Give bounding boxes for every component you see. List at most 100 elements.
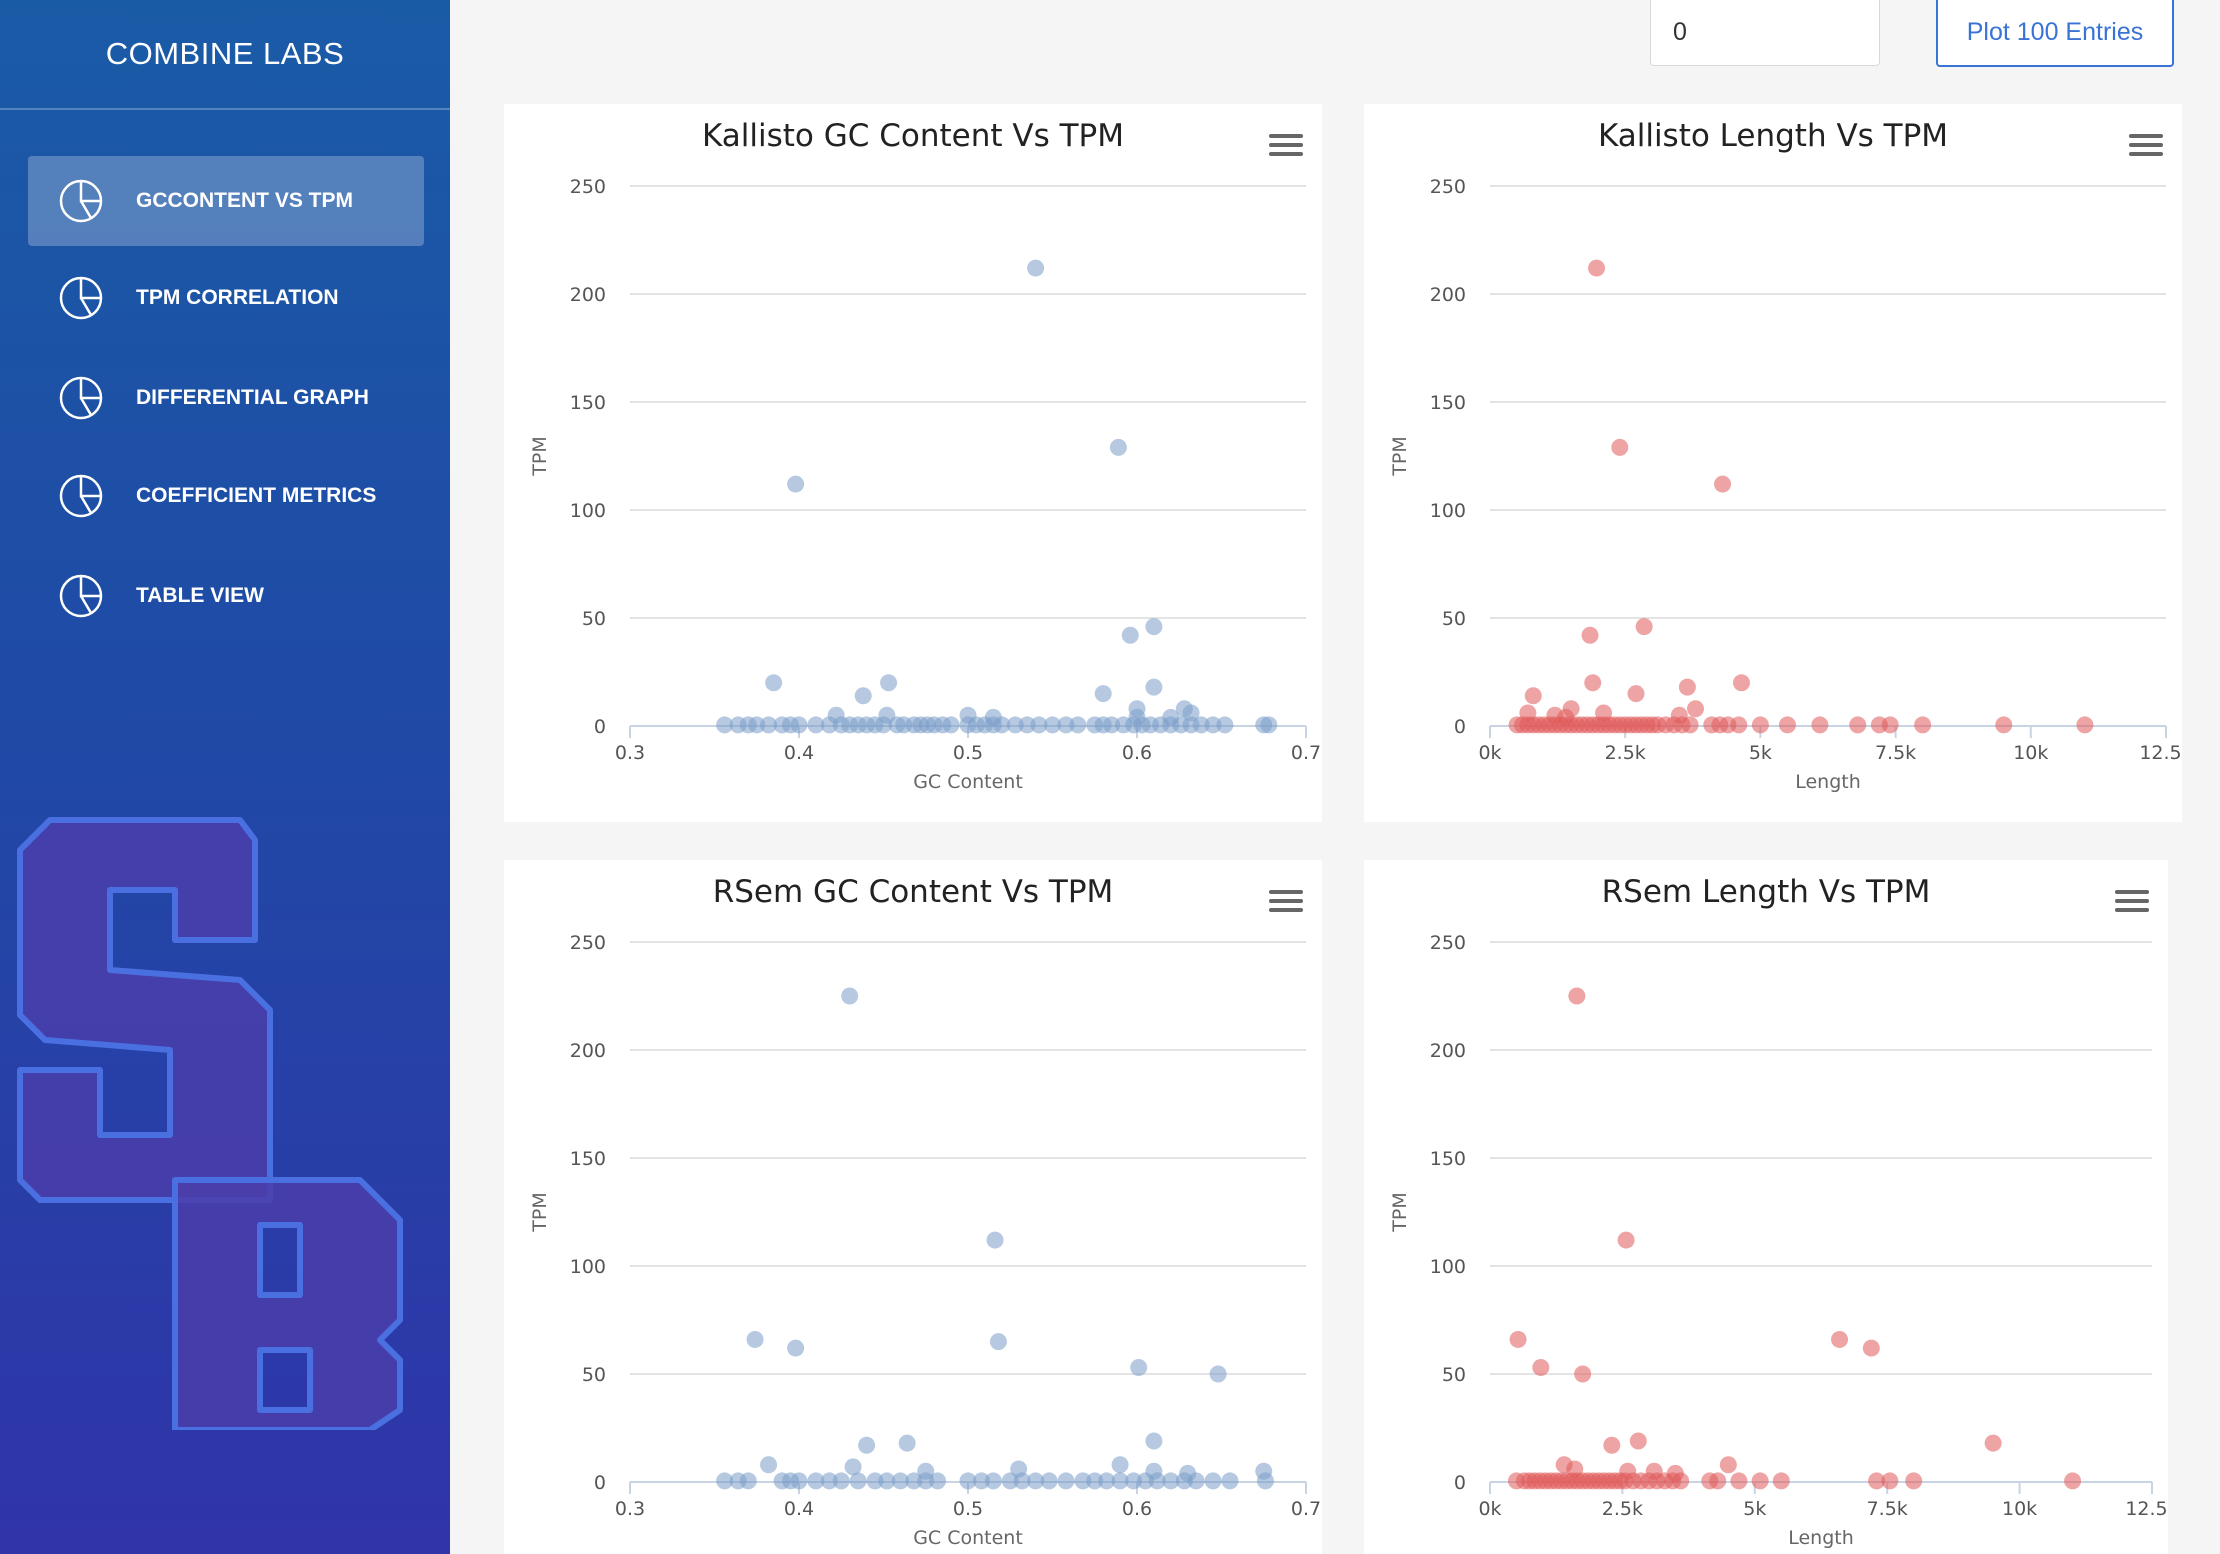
data-point[interactable] xyxy=(1260,716,1278,734)
data-point[interactable] xyxy=(739,1472,757,1490)
x-tick-label: 0.4 xyxy=(784,742,814,764)
data-point[interactable] xyxy=(787,1339,805,1357)
data-point[interactable] xyxy=(1121,626,1139,644)
plot-entries-button[interactable]: Plot 100 Entries xyxy=(1936,0,2174,67)
data-point[interactable] xyxy=(1204,1472,1222,1490)
y-tick-label: 150 xyxy=(1430,392,1466,414)
x-axis-title: Length xyxy=(1795,771,1861,793)
data-point[interactable] xyxy=(1730,716,1748,734)
data-point[interactable] xyxy=(1027,259,1045,277)
data-point[interactable] xyxy=(1862,1339,1880,1357)
data-point[interactable] xyxy=(1040,1472,1058,1490)
data-point[interactable] xyxy=(1130,1359,1148,1377)
data-point[interactable] xyxy=(849,1472,867,1490)
data-point[interactable] xyxy=(1881,716,1899,734)
data-point[interactable] xyxy=(760,1456,778,1474)
data-point[interactable] xyxy=(1145,1432,1163,1450)
data-point[interactable] xyxy=(1914,716,1932,734)
data-point[interactable] xyxy=(765,674,783,692)
data-point[interactable] xyxy=(858,1436,876,1454)
data-point[interactable] xyxy=(1905,1472,1923,1490)
y-tick-label: 250 xyxy=(570,932,606,954)
data-point[interactable] xyxy=(1574,1365,1592,1383)
data-point[interactable] xyxy=(1187,1472,1205,1490)
data-point[interactable] xyxy=(841,987,859,1005)
data-point[interactable] xyxy=(1221,1472,1239,1490)
data-point[interactable] xyxy=(880,674,898,692)
menu-icon[interactable] xyxy=(1269,134,1303,160)
data-point[interactable] xyxy=(1629,1432,1647,1450)
x-tick-label: 10k xyxy=(2002,1498,2037,1520)
data-point[interactable] xyxy=(1581,626,1599,644)
menu-icon[interactable] xyxy=(1269,890,1303,916)
data-point[interactable] xyxy=(1509,1330,1527,1348)
y-axis-title: TPM xyxy=(1389,436,1411,476)
data-point[interactable] xyxy=(898,1434,916,1452)
y-tick-label: 0 xyxy=(594,716,606,738)
data-point[interactable] xyxy=(989,1333,1007,1351)
data-point[interactable] xyxy=(1984,1434,2002,1452)
data-point[interactable] xyxy=(984,1472,1002,1490)
data-point[interactable] xyxy=(1719,1456,1737,1474)
data-point[interactable] xyxy=(1584,674,1602,692)
data-point[interactable] xyxy=(929,1472,947,1490)
data-point[interactable] xyxy=(1995,716,2013,734)
data-point[interactable] xyxy=(942,716,960,734)
data-point[interactable] xyxy=(1588,259,1606,277)
data-point[interactable] xyxy=(1681,716,1699,734)
data-point[interactable] xyxy=(1057,1472,1075,1490)
data-point[interactable] xyxy=(790,1472,808,1490)
data-point[interactable] xyxy=(1672,1472,1690,1490)
sidebar-item-coefficient-metrics[interactable]: COEFFICIENT METRICS xyxy=(28,451,424,541)
data-point[interactable] xyxy=(1617,1231,1635,1249)
data-point[interactable] xyxy=(986,1231,1004,1249)
sidebar-item-table-view[interactable]: TABLE VIEW xyxy=(28,551,424,641)
data-point[interactable] xyxy=(1732,674,1750,692)
menu-icon[interactable] xyxy=(2115,890,2149,916)
data-point[interactable] xyxy=(1751,1472,1769,1490)
sidebar-item-differential-graph[interactable]: DIFFERENTIAL GRAPH xyxy=(28,353,424,443)
data-point[interactable] xyxy=(746,1330,764,1348)
data-point[interactable] xyxy=(1109,438,1127,456)
data-point[interactable] xyxy=(1216,716,1234,734)
data-point[interactable] xyxy=(1145,678,1163,696)
data-point[interactable] xyxy=(1831,1330,1849,1348)
data-point[interactable] xyxy=(1532,1359,1550,1377)
data-point[interactable] xyxy=(787,475,805,493)
data-point[interactable] xyxy=(1209,1365,1227,1383)
data-point[interactable] xyxy=(832,1472,850,1490)
data-point[interactable] xyxy=(1568,987,1586,1005)
data-point[interactable] xyxy=(1069,716,1087,734)
data-point[interactable] xyxy=(1627,685,1645,703)
data-point[interactable] xyxy=(1778,716,1796,734)
data-point[interactable] xyxy=(1111,1456,1129,1474)
offset-input[interactable] xyxy=(1650,0,1880,66)
data-point[interactable] xyxy=(1256,1472,1274,1490)
x-tick-label: 7.5k xyxy=(1867,1498,1908,1520)
x-tick-label: 0k xyxy=(1478,1498,1501,1520)
data-point[interactable] xyxy=(790,716,808,734)
data-point[interactable] xyxy=(1678,678,1696,696)
data-point[interactable] xyxy=(1772,1472,1790,1490)
data-point[interactable] xyxy=(854,687,872,705)
data-point[interactable] xyxy=(1094,685,1112,703)
data-point[interactable] xyxy=(1635,618,1653,636)
data-point[interactable] xyxy=(1709,1472,1727,1490)
data-point[interactable] xyxy=(1811,716,1829,734)
data-point[interactable] xyxy=(1881,1472,1899,1490)
data-point[interactable] xyxy=(1611,438,1629,456)
sidebar-item-tpm-correlation[interactable]: TPM CORRELATION xyxy=(28,253,424,343)
data-point[interactable] xyxy=(1524,687,1542,705)
data-point[interactable] xyxy=(1145,618,1163,636)
data-point[interactable] xyxy=(1730,1472,1748,1490)
data-point[interactable] xyxy=(1849,716,1867,734)
sidebar-item-gccontent-vs-tpm[interactable]: GCCONTENT VS TPM xyxy=(28,156,424,246)
data-point[interactable] xyxy=(1751,716,1769,734)
data-point[interactable] xyxy=(1687,700,1705,718)
data-point[interactable] xyxy=(1603,1436,1621,1454)
data-point[interactable] xyxy=(1714,475,1732,493)
data-point[interactable] xyxy=(2076,716,2094,734)
menu-icon[interactable] xyxy=(2129,134,2163,160)
data-point[interactable] xyxy=(2064,1472,2082,1490)
brand-title[interactable]: COMBINE LABS xyxy=(0,0,450,108)
